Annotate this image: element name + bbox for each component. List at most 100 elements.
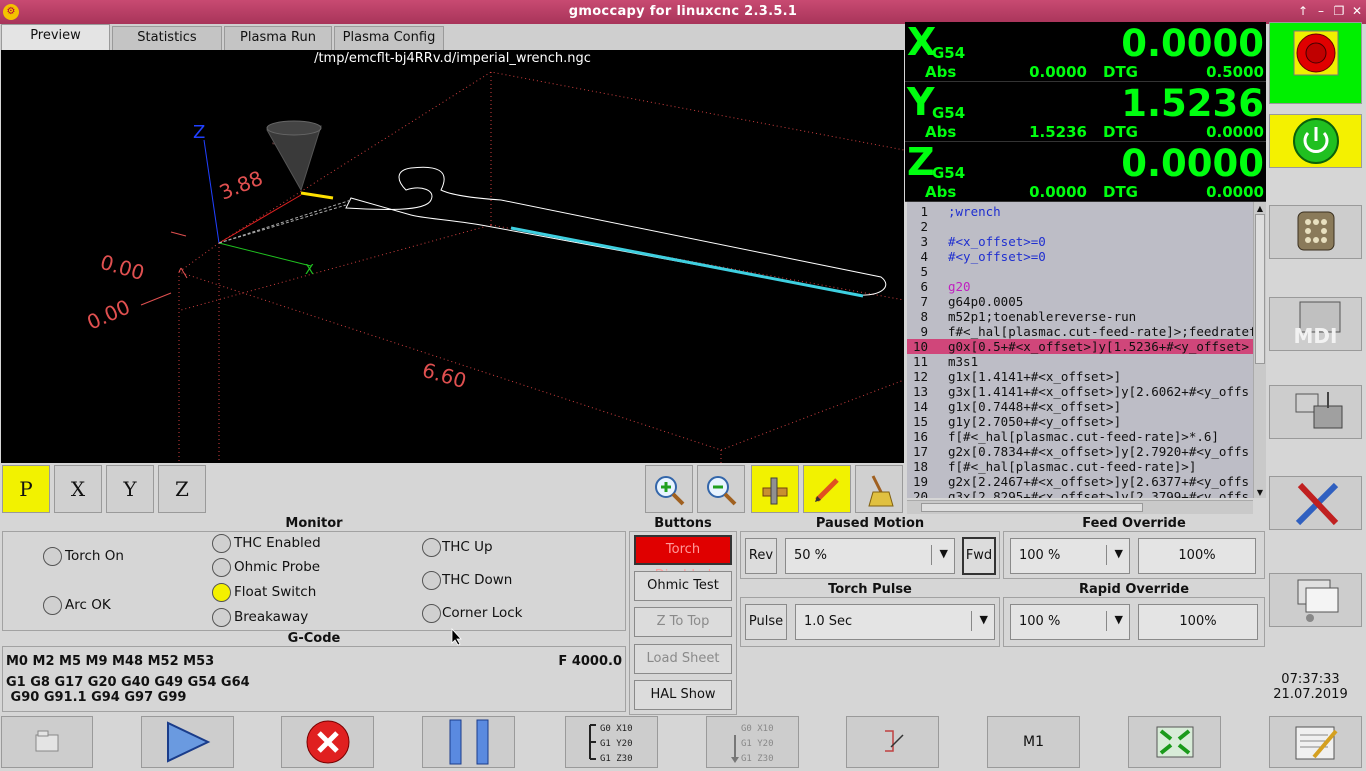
gcode-line[interactable]: 4 #<y_offset>=0 bbox=[907, 249, 1253, 264]
gcode-line[interactable]: 6 g20 bbox=[907, 279, 1253, 294]
gcode-line-number: 9 bbox=[920, 324, 928, 339]
gcode-line[interactable]: 11 m3s1 bbox=[907, 354, 1253, 369]
torch-pulse-button[interactable]: Pulse bbox=[745, 604, 787, 640]
view-x-icon[interactable]: X bbox=[54, 465, 102, 513]
auto-mode-button[interactable] bbox=[1269, 385, 1362, 439]
gcode-line-text: g20 bbox=[948, 279, 971, 294]
close-icon[interactable]: ✕ bbox=[1350, 4, 1364, 18]
power-button[interactable] bbox=[1269, 114, 1362, 168]
stop-button[interactable] bbox=[281, 716, 374, 768]
gcode-preview[interactable]: /tmp/emcflt-bj4RRv.d/imperial_wrench.ngc… bbox=[1, 50, 904, 463]
corner-lock-led bbox=[422, 604, 441, 623]
gcode-line[interactable]: 7 g64p0.0005 bbox=[907, 294, 1253, 309]
dro-z[interactable]: Z G54 0.0000 Abs 0.0000 DTG 0.0000 bbox=[905, 140, 1266, 202]
corner-lock-label: Corner Lock bbox=[442, 605, 523, 621]
gcode-line[interactable]: 8 m52p1;toenablereverse-run bbox=[907, 309, 1253, 324]
gcode-line[interactable]: 10 g0x[0.5+#<x_offset>]y[1.5236+#<y_offse… bbox=[907, 339, 1253, 354]
feed-override-value[interactable]: 100% bbox=[1138, 538, 1256, 574]
rapid-override-value[interactable]: 100% bbox=[1138, 604, 1258, 640]
fullscreen-button[interactable] bbox=[1128, 716, 1221, 768]
view-z-icon[interactable]: Z bbox=[158, 465, 206, 513]
gcode-line[interactable]: 1 ;wrench bbox=[907, 204, 1253, 219]
x-axis-label: X bbox=[305, 263, 314, 278]
dro-axis-label: Y bbox=[907, 80, 935, 124]
torch-pulse-time-select[interactable]: 1.0 Sec ▼ bbox=[795, 604, 995, 640]
gcode-line-number: 19 bbox=[912, 474, 928, 489]
pause-button[interactable] bbox=[422, 716, 515, 768]
gcode-line[interactable]: 3 #<x_offset>=0 bbox=[907, 234, 1253, 249]
feed-override-select-value: 100 % bbox=[1019, 548, 1061, 563]
jog-pad-icon bbox=[1297, 211, 1335, 251]
monitor-title: Monitor bbox=[270, 516, 358, 531]
m1-button[interactable]: M1 bbox=[987, 716, 1080, 768]
dro-dtg-value: 0.0000 bbox=[1206, 123, 1264, 141]
dro-x[interactable]: X G54 0.0000 Abs 0.0000 DTG 0.5000 bbox=[905, 20, 1266, 82]
gcode-vertical-scrollbar[interactable]: ▲ ▼ bbox=[1253, 202, 1266, 498]
gcode-line[interactable]: 14 g1x[0.7448+#<x_offset>] bbox=[907, 399, 1253, 414]
minimize-icon[interactable]: – bbox=[1314, 4, 1328, 18]
step-button[interactable]: G0 X10 G1 Y20 G1 Z30 bbox=[565, 716, 658, 768]
gcode-view[interactable]: 1 ;wrench 2 3 #<x_offset>=0 4 #<y_offset>=0 5 6 g… bbox=[907, 202, 1253, 498]
gcode-line[interactable]: 13 g3x[1.4141+#<x_offset>]y[2.6062+#<y_of… bbox=[907, 384, 1253, 399]
torch-pulse-time-value: 1.0 Sec bbox=[804, 614, 853, 629]
paused-speed-select[interactable]: 50 % ▼ bbox=[785, 538, 955, 574]
open-file-button[interactable] bbox=[1, 716, 93, 768]
forward-button[interactable]: Fwd bbox=[962, 537, 996, 575]
manual-mode-button[interactable] bbox=[1269, 205, 1362, 259]
dro-coord-system: G54 bbox=[932, 44, 966, 62]
gcode-line[interactable]: 20 g3x[2.8295+#<x_offset>]y[2.3799+#<y_of… bbox=[907, 489, 1253, 498]
z-to-top-button[interactable]: Z To Top bbox=[634, 607, 732, 637]
load-sheet-button[interactable]: Load Sheet bbox=[634, 644, 732, 674]
zoom-in-icon[interactable] bbox=[645, 465, 693, 513]
broom-icon[interactable] bbox=[855, 465, 903, 513]
tool-measure-icon[interactable] bbox=[751, 465, 799, 513]
gcode-line-number: 15 bbox=[912, 414, 928, 429]
torch-on-led bbox=[43, 547, 62, 566]
hscroll-thumb[interactable] bbox=[921, 503, 1143, 512]
gcode-line[interactable]: 18 f[#<_hal[plasmac.cut-feed-rate]>] bbox=[907, 459, 1253, 474]
scroll-thumb[interactable] bbox=[1255, 214, 1265, 364]
chevron-down-icon: ▼ bbox=[939, 547, 948, 560]
optional-blocks-button[interactable] bbox=[846, 716, 939, 768]
gcode-line[interactable]: 15 g1y[2.7050+#<y_offset>] bbox=[907, 414, 1253, 429]
scroll-down-icon[interactable]: ▼ bbox=[1255, 488, 1265, 497]
tab-statistics[interactable]: Statistics bbox=[112, 26, 222, 50]
edit-button[interactable] bbox=[1269, 716, 1362, 768]
view-y-icon[interactable]: Y bbox=[106, 465, 154, 513]
zoom-out-icon[interactable] bbox=[697, 465, 745, 513]
gcode-line[interactable]: 2 bbox=[907, 219, 1253, 234]
estop-button[interactable] bbox=[1269, 22, 1362, 104]
hal-show-button[interactable]: HAL Show bbox=[634, 680, 732, 710]
gcode-line[interactable]: 9 f#<_hal[plasmac.cut-feed-rate]>;feedrat… bbox=[907, 324, 1253, 339]
run-button[interactable] bbox=[141, 716, 234, 768]
keep-above-icon[interactable]: ↑ bbox=[1296, 4, 1310, 18]
user-tabs-button[interactable] bbox=[1269, 573, 1362, 627]
run-from-line-button[interactable]: G0 X10 G1 Y20 G1 Z30 bbox=[706, 716, 799, 768]
gcode-horizontal-scrollbar[interactable] bbox=[907, 500, 1253, 514]
cnc-machine-icon bbox=[1295, 392, 1343, 429]
tab-plasma-run[interactable]: Plasma Run bbox=[224, 26, 332, 50]
mdi-button[interactable]: MDI bbox=[1269, 297, 1362, 351]
ohmic-probe-label: Ohmic Probe bbox=[234, 559, 321, 575]
torch-disabled-button[interactable]: Torch Disabled bbox=[634, 535, 732, 583]
gcode-line[interactable]: 19 g2x[2.2467+#<x_offset>]y[2.6377+#<y_of… bbox=[907, 474, 1253, 489]
rapid-override-select[interactable]: 100 % ▼ bbox=[1010, 604, 1130, 640]
gcode-line[interactable]: 12 g1x[1.4141+#<x_offset>] bbox=[907, 369, 1253, 384]
maximize-icon[interactable]: ❐ bbox=[1332, 4, 1346, 18]
view-perspective-icon[interactable]: P bbox=[2, 465, 50, 513]
gcode-line-number: 7 bbox=[920, 294, 928, 309]
tab-plasma-config[interactable]: Plasma Config bbox=[334, 26, 444, 50]
tool-cone bbox=[266, 125, 322, 192]
feed-override-select[interactable]: 100 % ▼ bbox=[1010, 538, 1130, 574]
scroll-up-icon[interactable]: ▲ bbox=[1255, 204, 1265, 213]
gcode-line[interactable]: 5 bbox=[907, 264, 1253, 279]
ohmic-test-button[interactable]: Ohmic Test bbox=[634, 571, 732, 601]
cut-path bbox=[510, 226, 864, 298]
settings-button[interactable] bbox=[1269, 476, 1362, 530]
gcode-line[interactable]: 17 g2x[0.7834+#<x_offset>]y[2.7920+#<y_of… bbox=[907, 444, 1253, 459]
dro-y[interactable]: Y G54 1.5236 Abs 1.5236 DTG 0.0000 bbox=[905, 80, 1266, 142]
tab-preview[interactable]: Preview bbox=[1, 24, 110, 50]
gcode-line[interactable]: 16 f[#<_hal[plasmac.cut-feed-rate]>*.6] bbox=[907, 429, 1253, 444]
pencil-icon[interactable] bbox=[803, 465, 851, 513]
reverse-button[interactable]: Rev bbox=[745, 538, 777, 574]
